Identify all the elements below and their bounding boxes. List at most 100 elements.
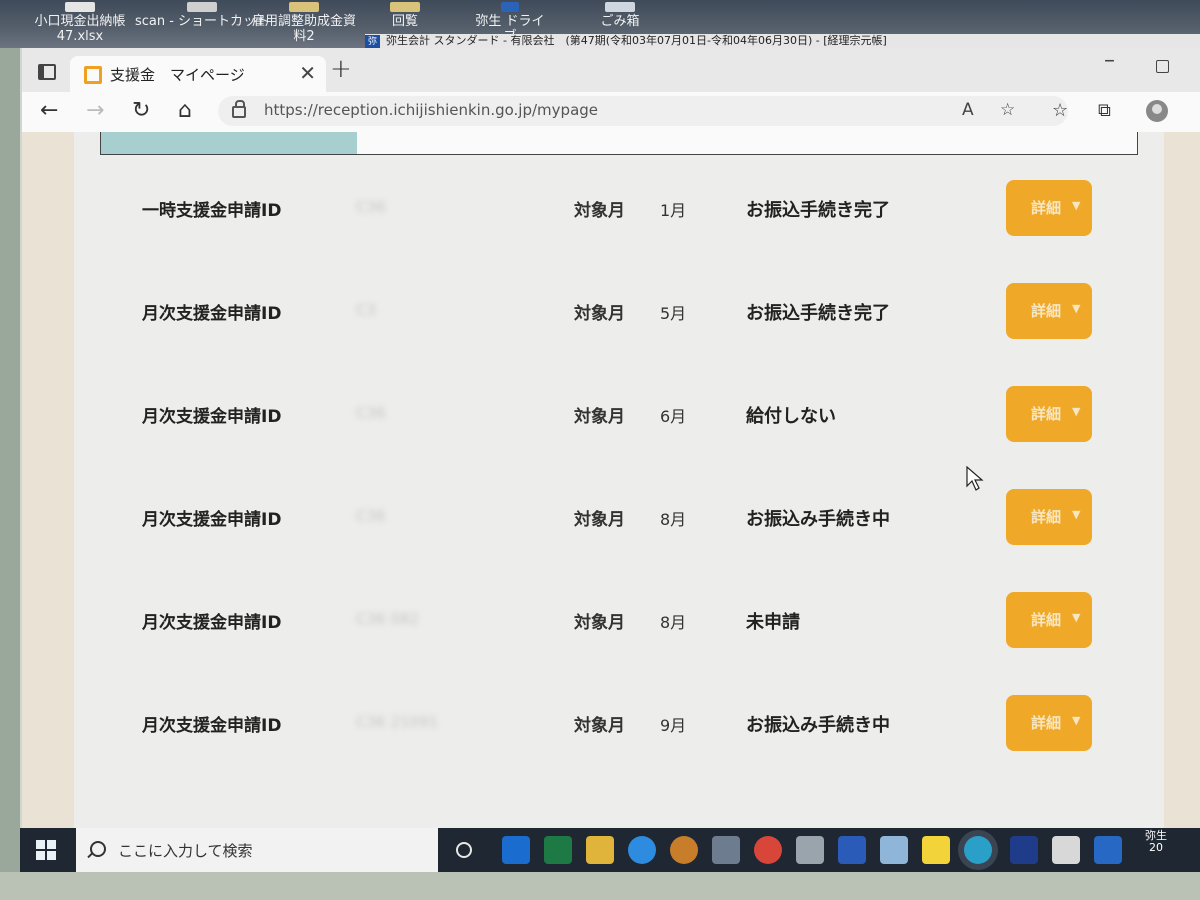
favicon-icon [84,66,102,84]
application-id-label: 月次支援金申請ID [142,407,282,427]
detail-button[interactable]: 詳細 ▼ [1006,180,1092,236]
detail-button[interactable]: 詳細 ▼ [1006,695,1092,751]
application-id-value: C36 [356,404,386,422]
application-id-value: C36 [356,507,386,525]
search-placeholder: ここに入力して検索 [118,842,253,860]
target-month-label: 対象月 [574,716,625,736]
detail-button[interactable]: 詳細 ▼ [1006,489,1092,545]
desktop-icon-employment-subsidy[interactable]: 雇用調整助成金資 料2 [244,2,364,44]
desktop-icon-cash-ledger[interactable]: 小口現金出納帳 47.xlsx [30,2,130,44]
add-favorite-icon[interactable]: ☆ [1000,100,1015,120]
app-icon[interactable] [1052,836,1080,864]
monitor-bezel [0,872,1200,900]
target-month-value: 6月 [660,407,687,426]
detail-button[interactable]: 詳細 ▼ [1006,592,1092,648]
search-icon [90,841,106,857]
file-explorer-icon[interactable] [586,836,614,864]
desktop-icon-label: 回覧 [391,14,418,29]
refresh-icon[interactable]: ↻ [132,98,150,123]
detail-button[interactable]: 詳細 ▼ [1006,283,1092,339]
forward-arrow-icon[interactable]: → [86,98,104,123]
arrow-app-icon[interactable] [1010,836,1038,864]
target-month-value: 9月 [660,716,687,735]
header-tab-box [100,132,1138,155]
application-id-value: C3 [356,301,377,319]
background-window-title[interactable]: 弥弥生会計 スタンダード - 有限会社 (第47期(令和03年07月01日-令和… [365,34,1200,48]
status-text: お振込み手続き中 [746,715,890,736]
new-tab-icon[interactable]: + [330,54,352,84]
excel-icon[interactable] [544,836,572,864]
sticky-notes-icon[interactable] [922,836,950,864]
application-id-label: 月次支援金申請ID [142,613,282,633]
detail-button-label: 詳細 [1031,405,1062,423]
detail-button-label: 詳細 [1031,199,1062,217]
status-text: 給付しない [746,406,836,427]
task-view-icon[interactable] [456,842,472,858]
caret-down-icon: ▼ [1072,714,1081,727]
desktop-background: 小口現金出納帳 47.xlsx scan - ショートカット 雇用調整助成金資 … [0,0,1200,48]
collections-icon[interactable]: ⧉ [1098,100,1111,121]
target-month-value: 8月 [660,510,687,529]
detail-button[interactable]: 詳細 ▼ [1006,386,1092,442]
detail-button-label: 詳細 [1031,302,1062,320]
tab-title: 支援金 マイページ [110,66,245,84]
taskbar: ここに入力して検索 弥生 20 [20,828,1200,872]
edge-icon[interactable] [964,836,992,864]
app-icon[interactable] [796,836,824,864]
status-text: お振込手続き完了 [746,303,890,324]
application-row: 月次支援金申請ID C36 21091 対象月 9月 お振込み手続き中 詳細 ▼ [74,695,1164,755]
maximize-icon[interactable] [1156,60,1169,73]
home-icon[interactable]: ⌂ [178,98,192,123]
caret-down-icon: ▼ [1072,405,1081,418]
back-arrow-icon[interactable]: ← [40,98,58,123]
favorites-icon[interactable]: ☆ [1052,100,1068,121]
tab-actions-icon[interactable] [38,64,56,80]
address-bar[interactable]: https://reception.ichijishienkin.go.jp/m… [218,96,1068,126]
outlook-icon[interactable] [502,836,530,864]
application-row: 月次支援金申請ID C36 対象月 6月 給付しない 詳細 ▼ [74,386,1164,446]
detail-button-label: 詳細 [1031,508,1062,526]
tab-mypage[interactable]: 支援金 マイページ ✕ [70,56,326,92]
paint-icon[interactable] [880,836,908,864]
minimize-icon[interactable]: – [1104,48,1115,73]
application-id-value: C36 082 [356,610,419,628]
yayoi-taskbar-button[interactable]: 弥生 20 [1136,830,1176,854]
desktop-icon-recycle-bin[interactable]: ごみ箱 [590,2,650,29]
lock-icon[interactable] [232,100,246,118]
application-row: 一時支援金申請ID C36 対象月 1月 お振込手続き完了 詳細 ▼ [74,180,1164,240]
word-icon[interactable] [838,836,866,864]
desktop-icon-label: 小口現金出納帳 47.xlsx [34,14,126,44]
app-icon[interactable] [670,836,698,864]
internet-explorer-icon[interactable] [628,836,656,864]
application-row: 月次支援金申請ID C36 082 対象月 8月 未申請 詳細 ▼ [74,592,1164,652]
caret-down-icon: ▼ [1072,611,1081,624]
target-month-value: 8月 [660,613,687,632]
calculator-icon[interactable] [712,836,740,864]
application-id-label: 一時支援金申請ID [142,201,282,221]
target-month-label: 対象月 [574,407,625,427]
desktop-icon-label: ごみ箱 [600,14,640,29]
read-aloud-icon[interactable]: A [962,100,974,120]
application-row: 月次支援金申請ID C36 対象月 8月 お振込み手続き中 詳細 ▼ [74,489,1164,549]
page-viewport: 一時支援金申請ID C36 対象月 1月 お振込手続き完了 詳細 ▼ 月次支援金… [22,132,1200,828]
desktop-icon-circulation[interactable]: 回覧 [380,2,430,29]
application-row: 月次支援金申請ID C3 対象月 5月 お振込手続き完了 詳細 ▼ [74,283,1164,343]
application-id-label: 月次支援金申請ID [142,716,282,736]
background-window-title-text: 弥生会計 スタンダード - 有限会社 (第47期(令和03年07月01日-令和0… [386,34,887,47]
profile-avatar[interactable] [1146,100,1168,122]
application-id-label: 月次支援金申請ID [142,304,282,324]
chrome-icon[interactable] [754,836,782,864]
status-text: お振込手続き完了 [746,200,890,221]
taskbar-search-box[interactable]: ここに入力して検索 [76,828,438,872]
status-text: お振込み手続き中 [746,509,890,530]
target-month-label: 対象月 [574,304,625,324]
close-tab-icon[interactable]: ✕ [299,61,316,85]
yayoi-app-icon: 弥 [365,35,381,48]
application-id-label: 月次支援金申請ID [142,510,282,530]
tab-bar: 支援金 マイページ ✕ + – [22,48,1200,92]
browser-window: 支援金 マイページ ✕ + – ← → ↻ ⌂ https://receptio… [20,48,1200,828]
windows-start-icon[interactable] [36,840,56,860]
cloud-upload-icon[interactable] [1094,836,1122,864]
target-month-value: 5月 [660,304,687,323]
caret-down-icon: ▼ [1072,508,1081,521]
